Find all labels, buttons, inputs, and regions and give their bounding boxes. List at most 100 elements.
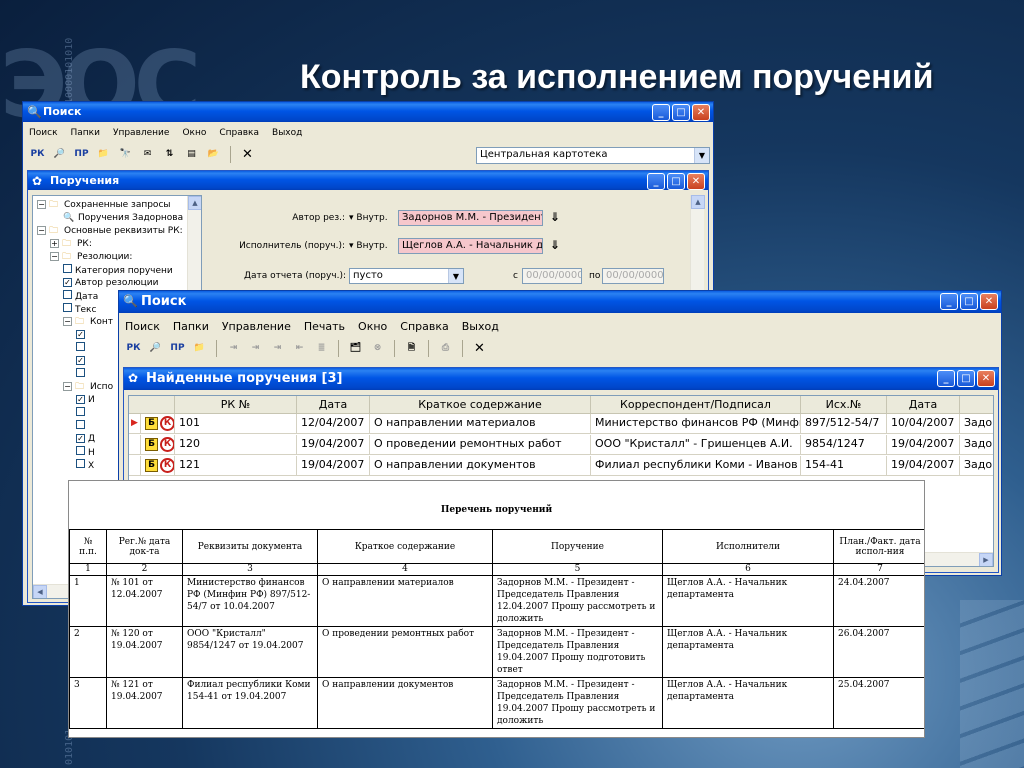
collapse-icon[interactable]: − [37, 226, 46, 235]
grid-column-header[interactable]: РК № [175, 396, 297, 414]
mail-icon[interactable]: ✉ [139, 146, 156, 163]
menu-item[interactable]: Справка [398, 320, 450, 333]
rk-button[interactable]: РК [29, 146, 46, 163]
table-row[interactable]: Б К 120 19/04/2007 О проведении ремонтных ра… [129, 435, 993, 455]
pr-button[interactable]: ПР [169, 340, 186, 357]
found-assignments-titlebar[interactable]: ✿ Найденные поручения [3] _ □ ✕ [124, 368, 998, 390]
catalog-select[interactable]: Центральная картотека ▼ [476, 147, 710, 164]
report-date-select[interactable]: пусто ▼ [349, 268, 464, 284]
menu-item[interactable]: Поиск [27, 128, 60, 138]
grid-column-header[interactable] [960, 396, 993, 414]
executor-select-icon[interactable]: ⇓ [550, 238, 560, 252]
tree-checkbox[interactable] [76, 420, 85, 429]
expand-icon[interactable]: + [50, 239, 59, 248]
close-toolbar-button[interactable]: ✕ [471, 340, 488, 357]
to-date-field[interactable]: 00/00/0000 [602, 268, 664, 284]
front-window-titlebar[interactable]: 🔍 Поиск _ □ ✕ [119, 291, 1001, 313]
menu-item[interactable]: Окно [180, 128, 208, 138]
menu-item[interactable]: Папки [69, 128, 102, 138]
grid-column-header[interactable]: Дата [297, 396, 370, 414]
grid-column-header[interactable]: Корреспондент/Подписал [591, 396, 801, 414]
menu-item[interactable]: Управление [220, 320, 293, 333]
author-field[interactable]: Задорнов М.М. - Президент [398, 210, 543, 226]
close-button[interactable]: ✕ [687, 173, 705, 190]
close-button[interactable]: ✕ [692, 104, 710, 121]
menu-item[interactable]: Папки [171, 320, 211, 333]
chevron-down-icon[interactable]: ▼ [694, 148, 709, 163]
tree-node[interactable]: − 🗀 Основные реквизиты РК: [33, 225, 201, 238]
grid-column-header[interactable]: Краткое содержание [370, 396, 591, 414]
pr-button[interactable]: ПР [73, 146, 90, 163]
collapse-icon[interactable]: − [50, 252, 59, 261]
table-row[interactable]: ▶ Б К 101 12/04/2007 О направлении материалов… [129, 414, 993, 434]
executor-field[interactable]: Щеглов А.А. - Начальник де [398, 238, 543, 254]
chevron-down-icon[interactable]: ▼ [448, 269, 463, 283]
grid-column-header[interactable]: Дата [887, 396, 960, 414]
form-icon[interactable]: ▤ [183, 146, 200, 163]
from-date-field[interactable]: 00/00/0000 [522, 268, 582, 284]
author-mode[interactable]: ▾ Внутр. [349, 213, 388, 223]
scroll-up-icon[interactable]: ▲ [691, 195, 705, 209]
minimize-button[interactable]: _ [652, 104, 670, 121]
menu-item[interactable]: Управление [111, 128, 171, 138]
tree-checkbox[interactable]: ✓ [76, 330, 85, 339]
tree-node[interactable]: + 🗀 РК: [33, 238, 201, 251]
tree-checkbox[interactable] [76, 407, 85, 416]
tree-checkbox[interactable] [76, 368, 85, 377]
tree-node[interactable]: Категория поручени [33, 264, 201, 277]
tree-checkbox[interactable]: ✓ [76, 395, 85, 404]
grid-column-header[interactable]: Исх.№ [801, 396, 887, 414]
tree-checkbox[interactable] [76, 342, 85, 351]
open-folder-icon[interactable]: 📂 [205, 146, 222, 163]
close-button[interactable]: ✕ [980, 293, 998, 310]
tree-node[interactable]: − 🗀 Сохраненные запросы [33, 199, 201, 212]
author-select-icon[interactable]: ⇓ [550, 210, 560, 224]
tree-checkbox[interactable] [76, 446, 85, 455]
scroll-up-icon[interactable]: ▲ [188, 196, 201, 210]
maximize-button[interactable]: □ [667, 173, 685, 190]
sort-icon[interactable]: ⇅ [161, 146, 178, 163]
minimize-button[interactable]: _ [937, 370, 955, 387]
maximize-button[interactable]: □ [957, 370, 975, 387]
rk-button[interactable]: РК [125, 340, 142, 357]
binoculars-icon[interactable]: 🔭 [117, 146, 134, 163]
maximize-button[interactable]: □ [672, 104, 690, 121]
tree-checkbox[interactable]: ✓ [76, 434, 85, 443]
maximize-button[interactable]: □ [960, 293, 978, 310]
search-icon[interactable]: 🔎 [147, 340, 164, 357]
table-row[interactable]: Б К 121 19/04/2007 О направлении документов Ф… [129, 456, 993, 476]
minimize-button[interactable]: _ [940, 293, 958, 310]
folder-icon[interactable]: 📁 [95, 146, 112, 163]
menu-item[interactable]: Печать [302, 320, 347, 333]
menu-item[interactable]: Справка [217, 128, 261, 138]
scroll-right-icon[interactable]: ▶ [979, 553, 993, 566]
tree-node[interactable]: − 🗀 Резолюции: [33, 251, 201, 264]
new-folder-icon[interactable]: 📁 [191, 340, 208, 357]
menu-item[interactable]: Выход [460, 320, 501, 333]
tree-checkbox[interactable] [63, 290, 72, 299]
report-icon[interactable]: 🗎 [403, 340, 420, 357]
print-icon[interactable]: ⎙ [437, 340, 454, 357]
search-icon[interactable]: 🔎 [51, 146, 68, 163]
tree-node[interactable]: ✓ Автор резолюции [33, 277, 201, 290]
tree-checkbox[interactable] [76, 459, 85, 468]
collapse-icon[interactable]: − [37, 200, 46, 209]
minimize-button[interactable]: _ [647, 173, 665, 190]
tree-node[interactable]: 🔍 Поручения Задорнова [33, 212, 201, 225]
close-button[interactable]: ✕ [977, 370, 995, 387]
assignments-titlebar[interactable]: ✿ Поручения _ □ ✕ [28, 171, 708, 190]
collapse-icon[interactable]: − [63, 317, 72, 326]
search-folder-icon[interactable]: 🗂 [347, 340, 364, 357]
close-toolbar-button[interactable]: ✕ [239, 146, 256, 163]
tree-checkbox[interactable]: ✓ [76, 356, 85, 365]
collapse-icon[interactable]: − [63, 382, 72, 391]
main-window-titlebar[interactable]: 🔍 Поиск _ □ ✕ [23, 102, 713, 122]
menu-item[interactable]: Окно [356, 320, 389, 333]
scroll-left-icon[interactable]: ◀ [33, 585, 47, 598]
menu-item[interactable]: Поиск [123, 320, 162, 333]
tree-checkbox[interactable]: ✓ [63, 278, 72, 287]
menu-item[interactable]: Выход [270, 128, 304, 138]
tree-checkbox[interactable] [63, 264, 72, 273]
tree-checkbox[interactable] [63, 303, 72, 312]
executor-mode[interactable]: ▾ Внутр. [349, 241, 388, 251]
